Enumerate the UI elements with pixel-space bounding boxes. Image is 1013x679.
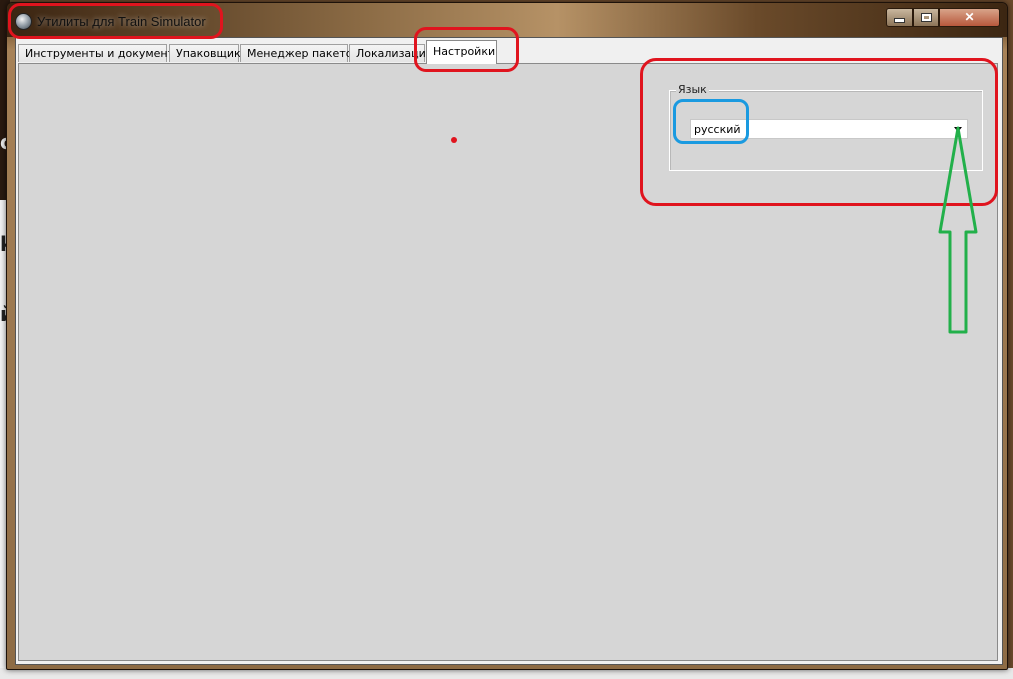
- tab-strip: Инструменты и документы Упаковщик Менедж…: [18, 40, 1000, 64]
- tab-localization[interactable]: Локализаци: [349, 44, 426, 62]
- maximize-icon: [920, 13, 932, 22]
- minimize-icon: [894, 18, 905, 23]
- tab-settings[interactable]: Настройки: [426, 40, 497, 64]
- tab-packer[interactable]: Упаковщик: [169, 44, 241, 62]
- language-selected-value: русский: [694, 123, 741, 136]
- language-group-label: Язык: [676, 83, 709, 96]
- tab-tools-docs[interactable]: Инструменты и документы: [18, 44, 183, 62]
- close-icon: ✕: [964, 10, 975, 24]
- up-arrow-annotation: [938, 126, 978, 334]
- title-bar[interactable]: Утилиты для Train Simulator ✕: [7, 3, 1007, 37]
- close-button[interactable]: ✕: [939, 8, 1000, 27]
- annotation-dot: [451, 137, 457, 143]
- tab-package-manager[interactable]: Менеджер пакетов: [240, 44, 359, 62]
- maximize-button[interactable]: [913, 8, 939, 27]
- train-simulator-app-icon[interactable]: [15, 13, 32, 30]
- settings-panel: Язык русский: [18, 63, 998, 661]
- language-select[interactable]: русский: [690, 119, 968, 139]
- app-window: Утилиты для Train Simulator ✕ Инструмент…: [6, 2, 1008, 670]
- client-area: Инструменты и документы Упаковщик Менедж…: [15, 37, 1003, 665]
- window-title: Утилиты для Train Simulator: [37, 14, 206, 29]
- minimize-button[interactable]: [886, 8, 913, 27]
